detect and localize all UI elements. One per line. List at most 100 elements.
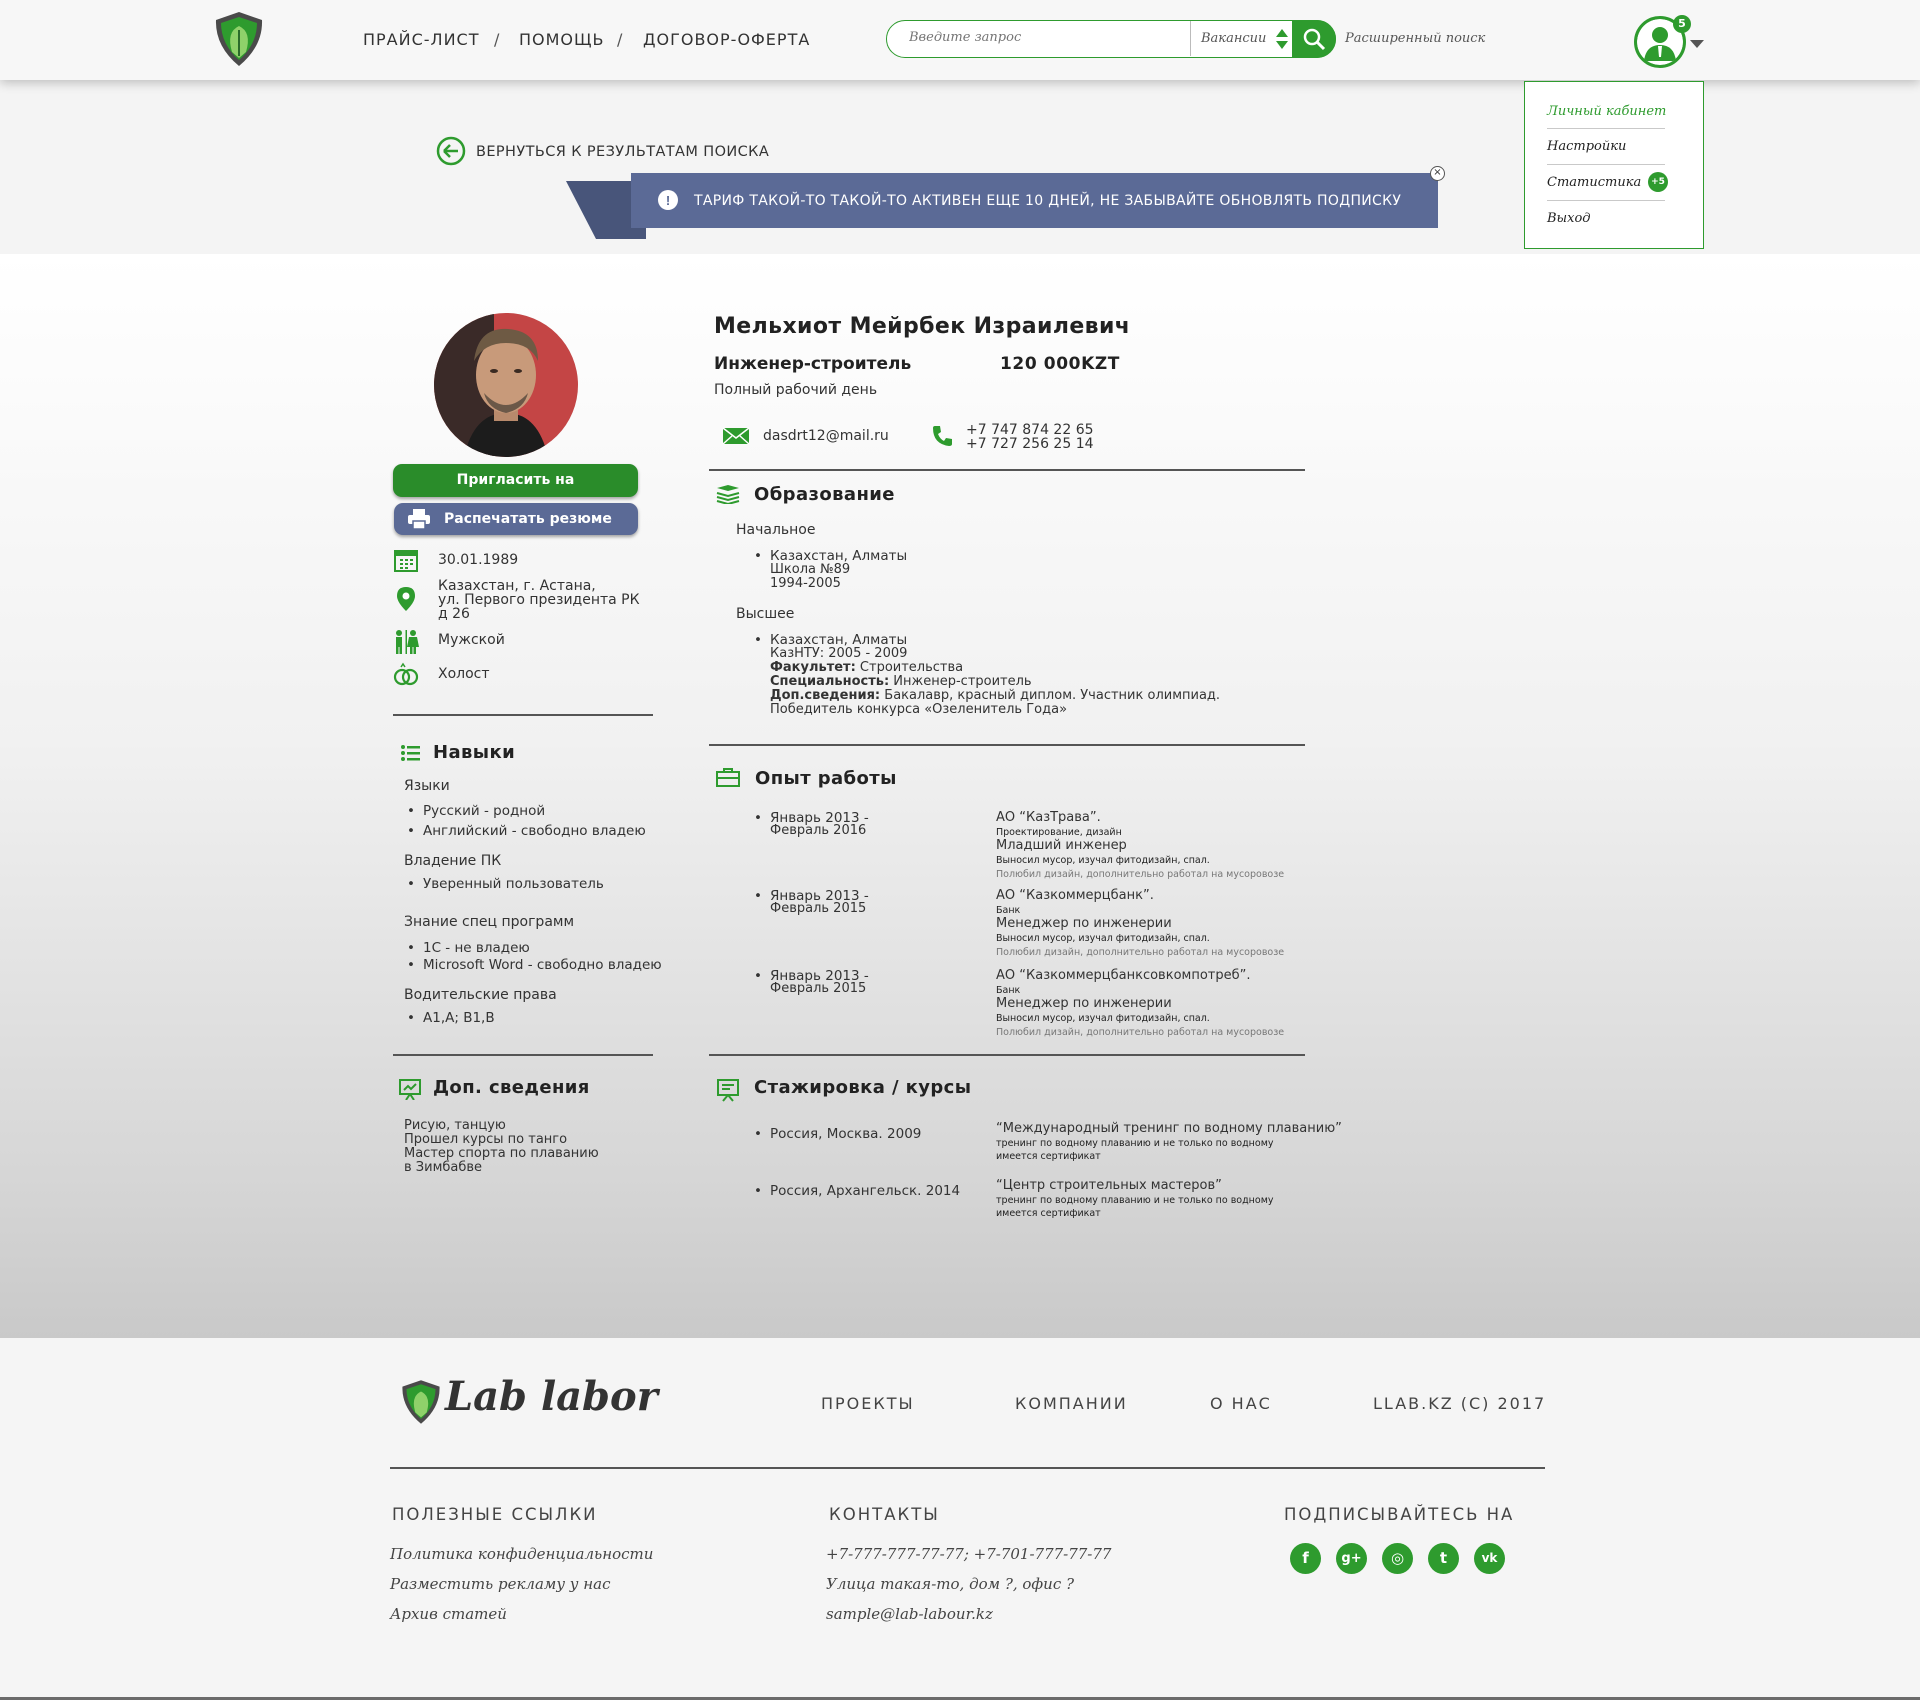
briefcase-icon (716, 768, 740, 787)
sort-arrows-icon (1276, 29, 1288, 49)
gender: Мужской (438, 632, 505, 648)
job-note: Полюбил дизайн, дополнительно работал на… (996, 947, 1285, 958)
training-desc: тренинг по водному плаванию и не только … (996, 1138, 1274, 1149)
search-button[interactable] (1292, 20, 1336, 58)
education-line: КазНТУ: 2005 - 2009 (770, 646, 908, 661)
twitter-icon[interactable]: t (1428, 1543, 1459, 1574)
training-name: “Международный тренинг по водному плаван… (996, 1121, 1342, 1136)
menu-item-cabinet[interactable]: Личный кабинет (1547, 104, 1666, 119)
list-icon (401, 745, 420, 761)
subscription-banner: ! ТАРИФ ТАКОЙ-ТО ТАКОЙ-ТО АКТИВЕН ЕЩЕ 10… (631, 173, 1438, 228)
footer-logo[interactable]: Lab labor (445, 1373, 658, 1420)
menu-item-logout[interactable]: Выход (1547, 211, 1591, 226)
divider (709, 469, 1305, 471)
divider (709, 1054, 1305, 1056)
nav-price-list[interactable]: ПРАЙС-ЛИСТ (363, 30, 479, 49)
svg-text:!: ! (666, 193, 670, 208)
logo-shield-icon[interactable] (208, 8, 270, 70)
training-place: Россия, Архангельск. 2014 (754, 1183, 960, 1199)
facebook-icon[interactable]: f (1290, 1543, 1321, 1574)
address-line: д 26 (438, 606, 470, 622)
divider (393, 1054, 653, 1056)
footer-nav-about[interactable]: О НАС (1210, 1394, 1272, 1413)
job-company: АО “Казкоммерцбанк”. (996, 888, 1154, 903)
skill-item: 1С - не владею (407, 940, 530, 956)
birthdate: 30.01.1989 (438, 552, 519, 568)
skill-group-title: Знание спец программ (404, 914, 575, 930)
printer-icon (408, 509, 430, 529)
candidate-phone: +7 727 256 25 14 (966, 436, 1094, 452)
books-icon (716, 485, 740, 504)
education-extra: Победитель конкурса «Озеленитель Года» (770, 702, 1068, 717)
location-pin-icon (397, 587, 415, 611)
rings-icon (393, 662, 419, 686)
extra-info-line: Прошел курсы по танго (404, 1132, 568, 1147)
print-button-label: Распечатать резюме (444, 511, 612, 527)
notification-badge: 5 (1673, 15, 1691, 33)
job-period: Февраль 2016 (770, 823, 867, 838)
footer-nav-projects[interactable]: ПРОЕКТЫ (821, 1394, 915, 1413)
job-role: Менеджер по инженерии (996, 996, 1172, 1011)
job-company: АО “КазТрава”. (996, 810, 1101, 825)
job-duties: Выносил мусор, изучал фитодизайн, спал. (996, 933, 1210, 944)
footer-link-privacy[interactable]: Политика конфиденциальности (390, 1545, 653, 1563)
instagram-icon[interactable]: ◎ (1382, 1543, 1413, 1574)
job-company: АО “Казкоммерцбанксовкомпотреб”. (996, 968, 1251, 983)
footer-divider (390, 1467, 1545, 1469)
invite-interview-button[interactable]: Пригласить на собеседование (393, 464, 638, 521)
training-title: Стажировка / курсы (754, 1077, 972, 1098)
print-resume-button[interactable]: Распечатать резюме (394, 503, 638, 535)
job-role: Младший инженер (996, 838, 1127, 853)
user-dropdown-menu: Личный кабинет Настройки Статистика +5 В… (1524, 81, 1704, 249)
skill-item: Уверенный пользователь (407, 876, 604, 892)
menu-divider (1547, 164, 1665, 165)
menu-item-settings[interactable]: Настройки (1547, 139, 1626, 154)
experience-title: Опыт работы (755, 768, 897, 789)
candidate-email[interactable]: dasdrt12@mail.ru (763, 428, 889, 444)
footer-nav-companies[interactable]: КОМПАНИИ (1015, 1394, 1128, 1413)
marital-status: Холост (438, 666, 490, 682)
training-name: “Центр строительных мастеров” (996, 1178, 1222, 1193)
google-plus-icon[interactable]: g+ (1336, 1543, 1367, 1574)
skills-title: Навыки (433, 742, 516, 763)
banner-text: ТАРИФ ТАКОЙ-ТО ТАКОЙ-ТО АКТИВЕН ЕЩЕ 10 Д… (694, 193, 1402, 209)
training-desc: тренинг по водному плаванию и не только … (996, 1195, 1274, 1206)
back-link-label: ВЕРНУТЬСЯ К РЕЗУЛЬТАТАМ ПОИСКА (476, 144, 770, 160)
education-faculty: Факультет: Строительства (770, 660, 964, 675)
candidate-photo (434, 313, 578, 457)
alert-icon: ! (658, 190, 678, 210)
search-input[interactable] (909, 30, 1169, 45)
menu-divider (1547, 128, 1665, 129)
candidate-phone: +7 747 874 22 65 (966, 422, 1094, 438)
footer-link-ads[interactable]: Разместить рекламу у нас (390, 1575, 611, 1593)
education-level: Начальное (736, 522, 816, 538)
address-line: Казахстан, г. Астана, (438, 578, 596, 594)
search-category-select[interactable]: Вакансии (1190, 21, 1294, 56)
gender-icon (396, 630, 419, 654)
main-content-area (0, 254, 1920, 1338)
top-header: ПРАЙС-ЛИСТ / ПОМОЩЬ / ДОГОВОР-ОФЕРТА Вак… (0, 0, 1920, 80)
skill-item: Microsoft Word - свободно владею (407, 957, 662, 973)
divider (709, 744, 1305, 746)
nav-help[interactable]: ПОМОЩЬ (519, 30, 605, 49)
footer-email[interactable]: sample@lab-labour.kz (826, 1605, 993, 1623)
nav-offer-contract[interactable]: ДОГОВОР-ОФЕРТА (643, 30, 810, 49)
footer (0, 1338, 1920, 1700)
footer-link-archive[interactable]: Архив статей (390, 1605, 507, 1623)
close-icon[interactable]: × (1430, 166, 1445, 181)
job-note: Полюбил дизайн, дополнительно работал на… (996, 869, 1285, 880)
calendar-icon (394, 550, 418, 572)
candidate-salary: 120 000KZT (1000, 354, 1120, 374)
footer-logo-shield-icon[interactable] (396, 1377, 446, 1427)
extra-info-line: Рисую, танцую (404, 1118, 506, 1133)
candidate-position: Инженер-строитель (714, 354, 912, 374)
caret-down-icon[interactable] (1690, 40, 1704, 48)
menu-item-statistics[interactable]: Статистика (1547, 175, 1641, 190)
work-schedule: Полный рабочий день (714, 382, 878, 398)
job-role: Менеджер по инженерии (996, 916, 1172, 931)
training-desc: имеется сертификат (996, 1208, 1101, 1219)
education-title: Образование (754, 484, 895, 505)
vk-icon[interactable]: vk (1474, 1543, 1505, 1574)
advanced-search-link[interactable]: Расширенный поиск (1345, 31, 1485, 46)
job-duties: Выносил мусор, изучал фитодизайн, спал. (996, 855, 1210, 866)
